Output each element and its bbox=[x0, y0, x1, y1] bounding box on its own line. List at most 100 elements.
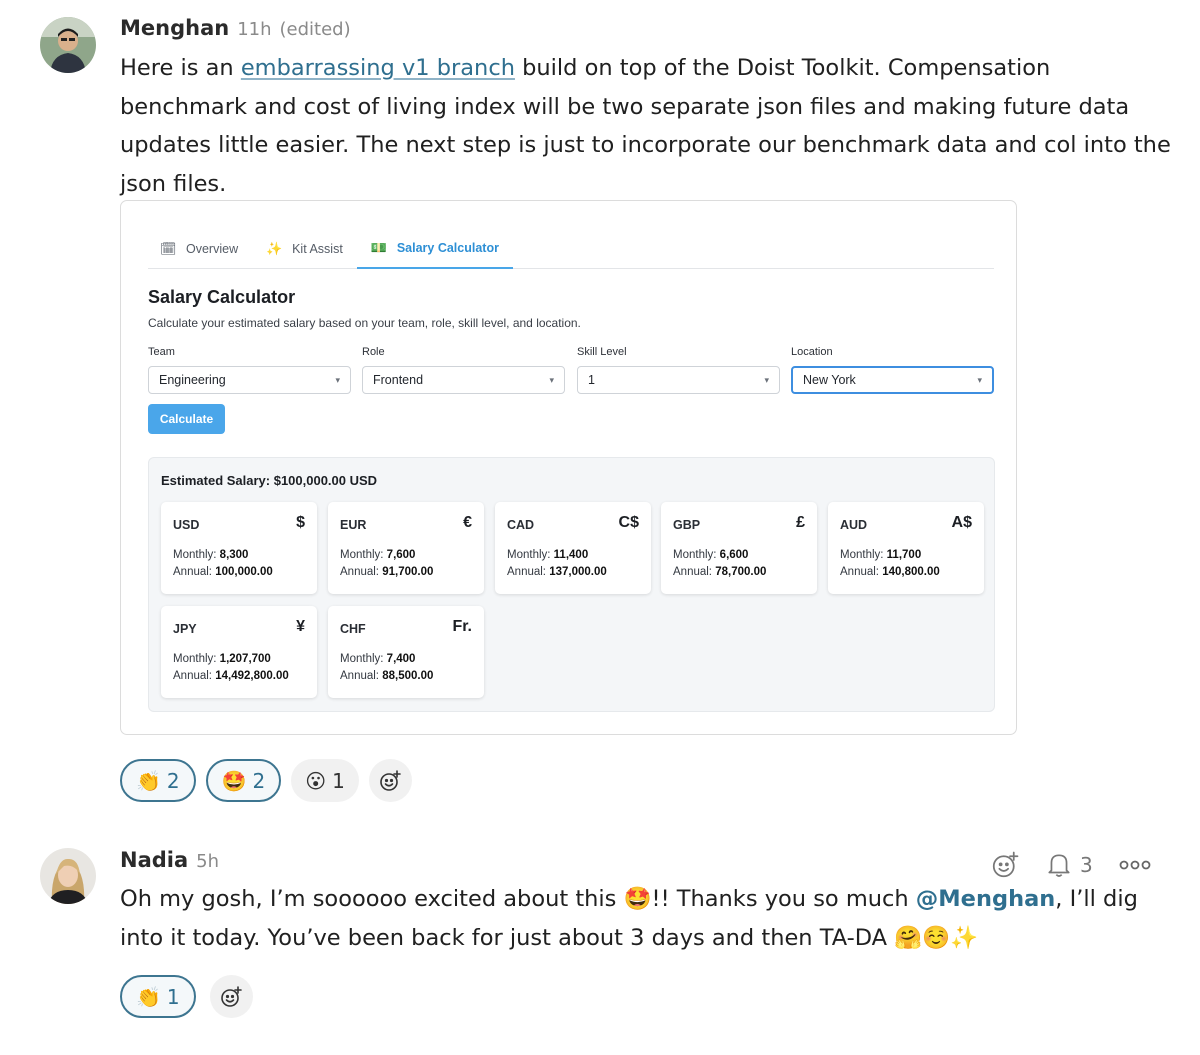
add-reaction-button[interactable] bbox=[990, 850, 1020, 880]
annual-row: Annual: 100,000.00 bbox=[173, 566, 273, 578]
skill-level-field: Skill Level 1 ▾ bbox=[577, 346, 780, 394]
monthly-label: Monthly: bbox=[507, 549, 551, 561]
skill-level-select[interactable]: 1 ▾ bbox=[577, 366, 780, 394]
currency-card-eur: EUR € Monthly: 7,600 Annual: 91,700.00 bbox=[328, 502, 484, 594]
message-body: Here is an embarrassing v1 branch build … bbox=[120, 49, 1180, 203]
annual-label: Annual: bbox=[340, 566, 380, 578]
monthly-value: 7,400 bbox=[386, 653, 416, 665]
field-label: Skill Level bbox=[577, 346, 627, 358]
tab-overview[interactable]: 🗓 Overview bbox=[148, 229, 252, 269]
timestamp[interactable]: 11h bbox=[237, 19, 271, 40]
chevron-down-icon: ▾ bbox=[335, 374, 340, 385]
monthly-row: Monthly: 6,600 bbox=[673, 549, 748, 561]
page-title: Salary Calculator bbox=[148, 287, 296, 307]
monthly-value: 8,300 bbox=[219, 549, 249, 561]
money-icon: 💵 bbox=[370, 240, 387, 255]
annual-row: Annual: 14,492,800.00 bbox=[173, 670, 289, 682]
annual-label: Annual: bbox=[340, 670, 380, 682]
menghan-avatar[interactable] bbox=[40, 17, 96, 73]
select-value: New York bbox=[803, 373, 856, 387]
more-button[interactable] bbox=[1119, 859, 1151, 871]
currency-card-usd: USD $ Monthly: 8,300 Annual: 100,000.00 bbox=[161, 502, 317, 594]
annual-value: 14,492,800.00 bbox=[215, 670, 289, 682]
currency-code: EUR bbox=[340, 518, 367, 532]
notify-button[interactable]: 3 bbox=[1046, 851, 1093, 879]
author-name[interactable]: Menghan bbox=[120, 16, 229, 40]
annual-row: Annual: 137,000.00 bbox=[507, 566, 607, 578]
result-panel: Estimated Salary: $100,000.00 USD USD $ … bbox=[148, 457, 995, 712]
reaction-count: 1 bbox=[166, 984, 180, 1009]
annual-value: 100,000.00 bbox=[215, 566, 273, 578]
chevron-down-icon: ▾ bbox=[977, 374, 982, 385]
more-icon bbox=[1119, 860, 1151, 870]
currency-card-chf: CHF Fr. Monthly: 7,400 Annual: 88,500.00 bbox=[328, 606, 484, 698]
currency-symbol: Fr. bbox=[452, 618, 472, 635]
reaction-star-struck[interactable]: 🤩 2 bbox=[205, 759, 282, 802]
monthly-label: Monthly: bbox=[840, 549, 884, 561]
location-field: Location New York ▾ bbox=[791, 346, 994, 394]
currency-card-gbp: GBP £ Monthly: 6,600 Annual: 78,700.00 bbox=[661, 502, 817, 594]
annual-value: 91,700.00 bbox=[382, 566, 434, 578]
add-reaction-button[interactable] bbox=[368, 759, 412, 802]
monthly-row: Monthly: 1,207,700 bbox=[173, 653, 271, 665]
location-select[interactable]: New York ▾ bbox=[791, 366, 994, 394]
monthly-value: 7,600 bbox=[386, 549, 416, 561]
currency-symbol: £ bbox=[796, 514, 805, 531]
monthly-value: 1,207,700 bbox=[219, 653, 271, 665]
reactions-bar: 👏 2 🤩 2 😮 1 bbox=[120, 759, 412, 802]
user-mention[interactable]: @Menghan bbox=[916, 886, 1056, 912]
monthly-label: Monthly: bbox=[673, 549, 717, 561]
annual-label: Annual: bbox=[173, 670, 213, 682]
clap-icon: 👏 bbox=[136, 984, 161, 1009]
message-header: Menghan 11h (edited) bbox=[120, 16, 351, 40]
bell-icon bbox=[1048, 854, 1070, 877]
reaction-clap[interactable]: 👏 1 bbox=[120, 975, 196, 1018]
annual-value: 88,500.00 bbox=[382, 670, 434, 682]
salary-calculator-screenshot[interactable]: 🗓 Overview ✨ Kit Assist 💵 Salary Calcula… bbox=[120, 200, 1017, 735]
field-label: Team bbox=[148, 346, 175, 358]
message-header: Nadia 5h bbox=[120, 848, 219, 872]
annual-row: Annual: 140,800.00 bbox=[840, 566, 940, 578]
reaction-surprised[interactable]: 😮 1 bbox=[291, 759, 359, 802]
author-name[interactable]: Nadia bbox=[120, 848, 188, 872]
monthly-label: Monthly: bbox=[173, 549, 217, 561]
currency-code: AUD bbox=[840, 518, 868, 532]
message-body: Oh my gosh, I’m soooooo excited about th… bbox=[120, 880, 1180, 957]
surprised-face-icon: 😮 bbox=[305, 768, 327, 793]
reaction-clap[interactable]: 👏 2 bbox=[120, 759, 196, 802]
select-value: 1 bbox=[588, 373, 595, 387]
monthly-row: Monthly: 7,400 bbox=[340, 653, 415, 665]
reaction-count: 2 bbox=[166, 768, 180, 793]
annual-row: Annual: 91,700.00 bbox=[340, 566, 433, 578]
monthly-value: 11,400 bbox=[553, 549, 589, 561]
role-field: Role Frontend ▾ bbox=[362, 346, 565, 394]
tab-bar: 🗓 Overview ✨ Kit Assist 💵 Salary Calcula… bbox=[148, 229, 994, 269]
tab-kit-assist[interactable]: ✨ Kit Assist bbox=[252, 229, 357, 269]
currency-code: JPY bbox=[173, 622, 197, 636]
role-select[interactable]: Frontend ▾ bbox=[362, 366, 565, 394]
chevron-down-icon: ▾ bbox=[549, 374, 554, 385]
add-reaction-button[interactable] bbox=[209, 975, 253, 1018]
currency-card-jpy: JPY ¥ Monthly: 1,207,700 Annual: 14,492,… bbox=[161, 606, 317, 698]
add-reaction-icon bbox=[380, 769, 402, 791]
calendar-icon: 🗓 bbox=[160, 241, 177, 256]
currency-symbol: € bbox=[463, 514, 472, 531]
currency-code: CAD bbox=[507, 518, 535, 532]
tab-label: Kit Assist bbox=[292, 242, 343, 256]
nadia-avatar[interactable] bbox=[40, 848, 96, 904]
calculate-button[interactable]: Calculate bbox=[148, 404, 225, 434]
timestamp[interactable]: 5h bbox=[196, 851, 219, 872]
message-actions: 3 bbox=[990, 850, 1151, 880]
currency-card-cad: CAD C$ Monthly: 11,400 Annual: 137,000.0… bbox=[495, 502, 651, 594]
tab-label: Overview bbox=[186, 242, 239, 256]
branch-link[interactable]: embarrassing v1 branch bbox=[241, 55, 515, 81]
page-description: Calculate your estimated salary based on… bbox=[148, 316, 581, 330]
tab-salary-calculator[interactable]: 💵 Salary Calculator bbox=[356, 229, 513, 269]
notify-count: 3 bbox=[1080, 853, 1093, 877]
currency-code: CHF bbox=[340, 622, 366, 636]
annual-value: 137,000.00 bbox=[549, 566, 607, 578]
team-field: Team Engineering ▾ bbox=[148, 346, 351, 394]
tab-label: Salary Calculator bbox=[396, 241, 499, 255]
annual-label: Annual: bbox=[173, 566, 213, 578]
team-select[interactable]: Engineering ▾ bbox=[148, 366, 351, 394]
